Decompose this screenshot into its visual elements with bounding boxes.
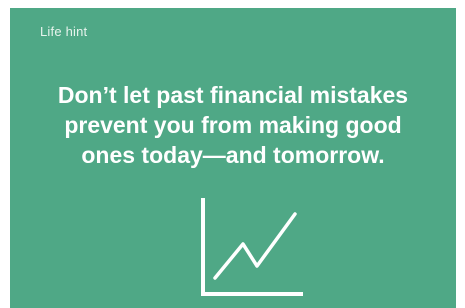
headline-line-3: ones today—and tomorrow.	[81, 142, 385, 168]
headline: Don’t let past financial mistakes preven…	[10, 80, 456, 170]
line-chart-icon	[201, 198, 303, 296]
life-hint-card: Life hint Don’t let past financial mista…	[10, 8, 456, 308]
headline-line-1: Don’t let past financial mistakes	[57, 82, 409, 108]
life-hint-label: Life hint	[40, 24, 88, 39]
headline-line-2: prevent you from making good	[64, 112, 402, 138]
